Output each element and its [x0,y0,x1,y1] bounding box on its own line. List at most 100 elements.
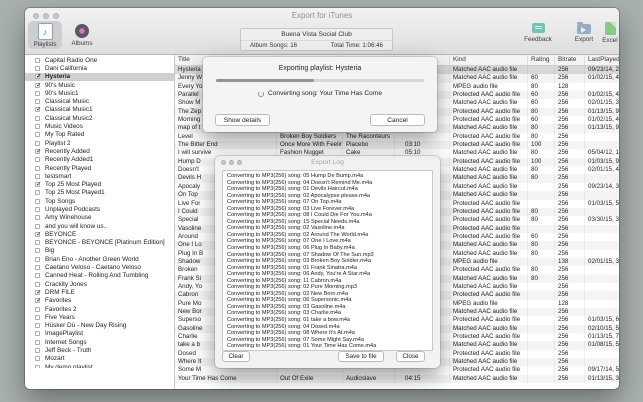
playlist-checkbox[interactable]: ✓ [35,348,40,353]
playlist-item[interactable]: ✓ Favorites 2 [25,305,174,313]
playlist-item[interactable]: ✓ Internet Songs [25,338,174,346]
playlist-checkbox[interactable]: ✓ [35,207,40,212]
log-output[interactable]: Converting to MP3(256) song: 05 Hump De … [222,170,433,351]
playlist-item[interactable]: ✓ Hysteria [25,73,174,81]
show-details-button[interactable]: Show details [215,114,270,126]
playlist-checkbox[interactable]: ✓ [35,157,40,162]
feedback-button[interactable]: Feedback [517,22,559,44]
playlist-checkbox[interactable]: ✓ [35,174,40,179]
excel-button[interactable]: Excel [589,22,631,45]
cell-bitrate: 256 [555,108,585,116]
playlist-checkbox[interactable]: ✓ [35,265,40,270]
playlist-checkbox[interactable]: ✓ [35,58,40,63]
playlist-item[interactable]: ✓ Recently Played [25,164,174,172]
cell-rating: 80 [528,174,555,182]
playlist-item[interactable]: ✓ DRM FILE [25,288,174,296]
playlist-checkbox[interactable]: ✓ [35,107,40,112]
playlist-checkbox[interactable]: ✓ [35,323,40,328]
playlist-checkbox[interactable]: ✓ [35,99,40,104]
playlist-checkbox[interactable]: ✓ [35,307,40,312]
playlist-item[interactable]: ✓ Favorites [25,297,174,305]
playlist-item[interactable]: ✓ testsmart [25,172,174,180]
playlist-item[interactable]: ✓ Caetano Veloso - Caetano Veloso [25,263,174,271]
close-button[interactable]: Close [396,351,425,362]
playlist-item[interactable]: ✓ Recently Added1 [25,156,174,164]
playlist-item[interactable]: ✓ Classical Music [25,97,174,105]
playlist-item[interactable]: ✓ Canned Heat - Rolling And Tumbling [25,272,174,280]
playlist-item[interactable]: ✓ and you will know us.. [25,222,174,230]
albums-button[interactable]: Albums [65,21,99,48]
playlist-checkbox[interactable]: ✓ [35,315,40,320]
table-row[interactable]: Level Broken Boy Soldiers The Raconteurs… [175,133,619,141]
playlist-item[interactable]: ✓ Music Videos [25,122,174,130]
column-header-rating[interactable]: Rating [528,55,555,65]
clear-button[interactable]: Clear [222,351,250,362]
playlist-item[interactable]: ✓ Brian Eno - Another Green World [25,255,174,263]
playlist-checkbox[interactable]: ✓ [35,166,40,171]
playlist-item[interactable]: ✓ BEYONCÉ - BEYONCÉ [Platinum Edition] [25,239,174,247]
playlist-item[interactable]: ✓ Top 25 Most Played [25,180,174,188]
playlist-item[interactable]: ✓ ImagePlaylist [25,330,174,338]
column-header-bitrate[interactable]: Bitrate [555,55,585,65]
playlist-item[interactable]: ✓ My Top Rated [25,131,174,139]
playlist-item[interactable]: ✓ My demo playlist [25,363,174,368]
playlist-checkbox[interactable]: ✓ [35,365,40,368]
log-close-icon[interactable] [221,160,226,165]
playlist-checkbox[interactable]: ✓ [35,248,40,253]
log-zoom-icon[interactable] [237,160,242,165]
playlist-checkbox[interactable]: ✓ [35,240,40,245]
playlist-checkbox[interactable]: ✓ [35,190,40,195]
save-to-file-button[interactable]: Save to file [338,351,384,362]
playlist-checkbox[interactable]: ✓ [35,290,40,295]
playlist-checkbox[interactable]: ✓ [35,215,40,220]
playlist-item[interactable]: ✓ Hüsker Dü - New Day Rising [25,322,174,330]
playlist-item[interactable]: ✓ BEYONCÉ [25,230,174,238]
playlist-checkbox[interactable]: ✓ [35,91,40,96]
playlist-checkbox[interactable]: ✓ [35,66,40,71]
playlist-checkbox[interactable]: ✓ [35,282,40,287]
playlists-button[interactable]: ♪ Playlists [28,21,62,49]
playlist-item[interactable]: ✓ Crackity Jones [25,280,174,288]
column-header-kind[interactable]: Kind [450,55,528,65]
playlists-sidebar: ✓ Capital Radio One ✓ Dani California ✓ … [25,55,175,389]
playlist-item[interactable]: ✓ Mozart [25,355,174,363]
playlist-checkbox[interactable]: ✓ [35,356,40,361]
playlist-item[interactable]: ✓ Jeff Beck - Truth [25,346,174,354]
playlist-item[interactable]: ✓ 90's Music [25,81,174,89]
table-row[interactable]: Your Time Has Come Out Of Exile Audiosla… [175,375,619,383]
playlist-checkbox[interactable]: ✓ [35,232,40,237]
playlist-item[interactable]: ✓ Playlist 2 [25,139,174,147]
playlist-checkbox[interactable]: ✓ [35,340,40,345]
playlist-item[interactable]: ✓ Recently Added [25,147,174,155]
playlist-checkbox[interactable]: ✓ [35,116,40,121]
playlist-checkbox[interactable]: ✓ [35,149,40,154]
log-minimize-icon[interactable] [229,160,234,165]
cell-rating: 80 [528,149,555,157]
playlist-checkbox[interactable]: ✓ [35,182,40,187]
playlist-checkbox[interactable]: ✓ [35,257,40,262]
playlist-checkbox[interactable]: ✓ [35,141,40,146]
playlist-item[interactable]: ✓ Classical Music2 [25,114,174,122]
playlist-item[interactable]: ✓ Classical Music1 [25,106,174,114]
playlist-checkbox[interactable]: ✓ [35,331,40,336]
playlist-checkbox[interactable]: ✓ [35,132,40,137]
playlist-checkbox[interactable]: ✓ [35,124,40,129]
cancel-button[interactable]: Cancel [370,114,425,126]
playlist-item[interactable]: ✓ Dani California [25,64,174,72]
playlist-item[interactable]: ✓ Top 25 Most Played1 [25,189,174,197]
playlist-item[interactable]: ✓ Top Songs [25,197,174,205]
playlist-item[interactable]: ✓ Big [25,247,174,255]
playlist-checkbox[interactable]: ✓ [35,298,40,303]
playlist-item[interactable]: ✓ Unplayed Podcasts [25,205,174,213]
playlist-item[interactable]: ✓ Amy Winehouse [25,214,174,222]
table-row[interactable]: The Bitter End Once More With Feelin... … [175,141,619,149]
playlist-item[interactable]: ✓ Capital Radio One [25,56,174,64]
playlist-item[interactable]: ✓ Five Years [25,313,174,321]
playlist-checkbox[interactable]: ✓ [35,273,40,278]
playlist-checkbox[interactable]: ✓ [35,74,40,79]
column-header-lastplayed[interactable]: LastPlayed Date [585,55,619,65]
playlist-checkbox[interactable]: ✓ [35,83,40,88]
playlist-checkbox[interactable]: ✓ [35,224,40,229]
playlist-item[interactable]: ✓ 90's Music1 [25,89,174,97]
playlist-checkbox[interactable]: ✓ [35,199,40,204]
